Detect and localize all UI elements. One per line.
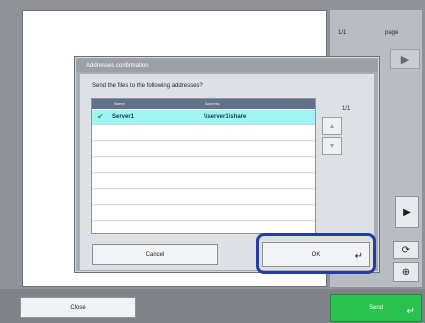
ok-label: OK xyxy=(311,251,321,258)
list-scroll-down-button[interactable]: ▼ xyxy=(322,137,342,155)
column-name-header: Name xyxy=(114,101,125,106)
page-label: page xyxy=(385,30,399,36)
enter-icon: ↵ xyxy=(354,251,363,262)
list-page-indicator: 1/1 xyxy=(342,106,351,112)
ok-button[interactable]: OK ↵ xyxy=(262,242,370,267)
triangle-up-icon: ▲ xyxy=(328,122,336,130)
empty-row xyxy=(92,142,315,157)
rotate-icon: ⟳ xyxy=(401,244,411,256)
zoom-icon: ⊕ xyxy=(401,266,411,278)
cancel-button[interactable]: Cancel xyxy=(92,244,218,265)
address-path: \\server1\share xyxy=(204,114,247,120)
close-button[interactable]: Close xyxy=(20,297,136,318)
enter-icon: ↵ xyxy=(406,306,415,317)
empty-row xyxy=(92,190,315,205)
zoom-in-button[interactable]: ⊕ xyxy=(393,262,419,282)
address-name: Server1 xyxy=(112,114,135,120)
rotate-page-button[interactable]: ⟳ xyxy=(393,241,419,259)
dialog-prompt: Send the files to the following addresse… xyxy=(92,83,203,89)
triangle-right-icon: ▶ xyxy=(400,53,410,66)
empty-row xyxy=(92,206,315,221)
empty-row xyxy=(92,158,315,173)
checkmark-icon: ✔ xyxy=(97,112,104,121)
triangle-right-icon: ▶ xyxy=(403,206,411,218)
send-button[interactable]: Send ↵ xyxy=(330,294,422,322)
list-scroll-up-button[interactable]: ▲ xyxy=(322,117,342,135)
next-page-button[interactable]: ▶ xyxy=(390,49,420,69)
triangle-down-icon: ▼ xyxy=(328,142,336,150)
page-indicator: 1/1 xyxy=(338,30,347,36)
dialog-title: Addresses confirmation xyxy=(76,59,378,72)
list-header: Name Address xyxy=(92,99,315,109)
column-address-header: Address xyxy=(205,101,220,106)
scroll-right-button[interactable]: ▶ xyxy=(395,196,419,228)
empty-row xyxy=(92,174,315,189)
send-label: Send xyxy=(368,305,383,311)
address-row[interactable]: ✔ Server1 \\server1\share xyxy=(92,110,315,125)
empty-row xyxy=(92,126,315,141)
